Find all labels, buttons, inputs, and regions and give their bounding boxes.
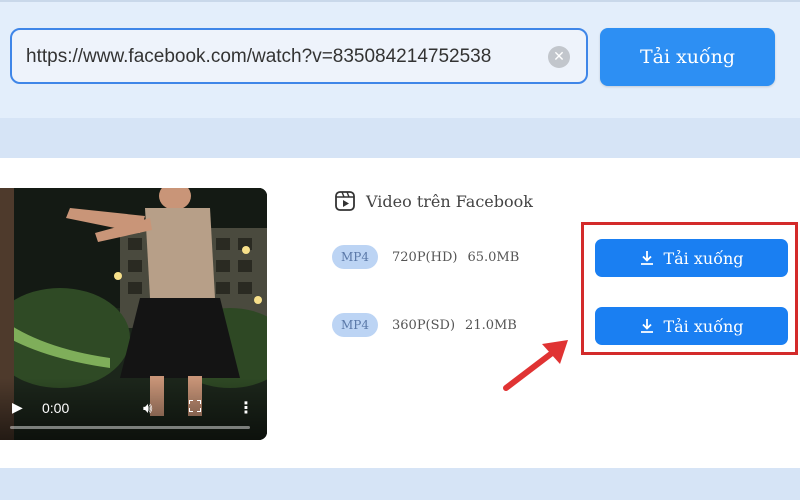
video-player[interactable]: ▶ 0:00 🔊︎ ⋮ [0, 188, 267, 440]
format-size: 65.0MB [467, 249, 520, 265]
video-progress-bar[interactable] [10, 426, 250, 429]
download-icon [641, 319, 654, 333]
fullscreen-icon[interactable] [189, 400, 201, 412]
platform-header: Video trên Facebook [334, 190, 533, 212]
video-controls: ▶ 0:00 🔊︎ ⋮ [0, 378, 267, 440]
format-badge: MP4 [332, 313, 378, 337]
play-icon[interactable]: ▶ [12, 400, 23, 416]
search-bar-area: ✕ Tải xuống [0, 0, 800, 118]
format-row: MP4 360P(SD) 21.0MB [332, 313, 517, 337]
close-circle-icon[interactable]: ✕ [548, 46, 570, 68]
pointer-arrow [503, 340, 568, 391]
format-resolution: 360P(SD) [392, 317, 456, 333]
format-badge: MP4 [332, 245, 378, 269]
download-button-label: Tải xuống [639, 46, 736, 68]
result-panel: ▶ 0:00 🔊︎ ⋮ Video trên Facebook MP4 720P… [0, 158, 800, 468]
url-input-box[interactable]: ✕ [10, 28, 588, 84]
download-button[interactable]: Tải xuống [600, 28, 775, 86]
volume-icon[interactable]: 🔊︎ [143, 399, 152, 417]
footer-band [0, 468, 800, 500]
download-icon [641, 251, 654, 265]
section-divider [0, 118, 800, 158]
download-360p-button[interactable]: Tải xuống [595, 307, 788, 345]
platform-label: Video trên Facebook [366, 191, 533, 211]
format-row: MP4 720P(HD) 65.0MB [332, 245, 519, 269]
more-vertical-icon[interactable]: ⋮ [238, 398, 254, 417]
video-reel-icon [335, 191, 355, 211]
format-size: 21.0MB [465, 317, 517, 333]
top-divider [0, 0, 800, 2]
download-720p-label: Tải xuống [663, 248, 744, 268]
video-current-time: 0:00 [42, 400, 70, 416]
url-input[interactable] [26, 40, 546, 74]
download-720p-button[interactable]: Tải xuống [595, 239, 788, 277]
format-resolution: 720P(HD) [392, 249, 458, 265]
download-360p-label: Tải xuống [663, 316, 744, 336]
